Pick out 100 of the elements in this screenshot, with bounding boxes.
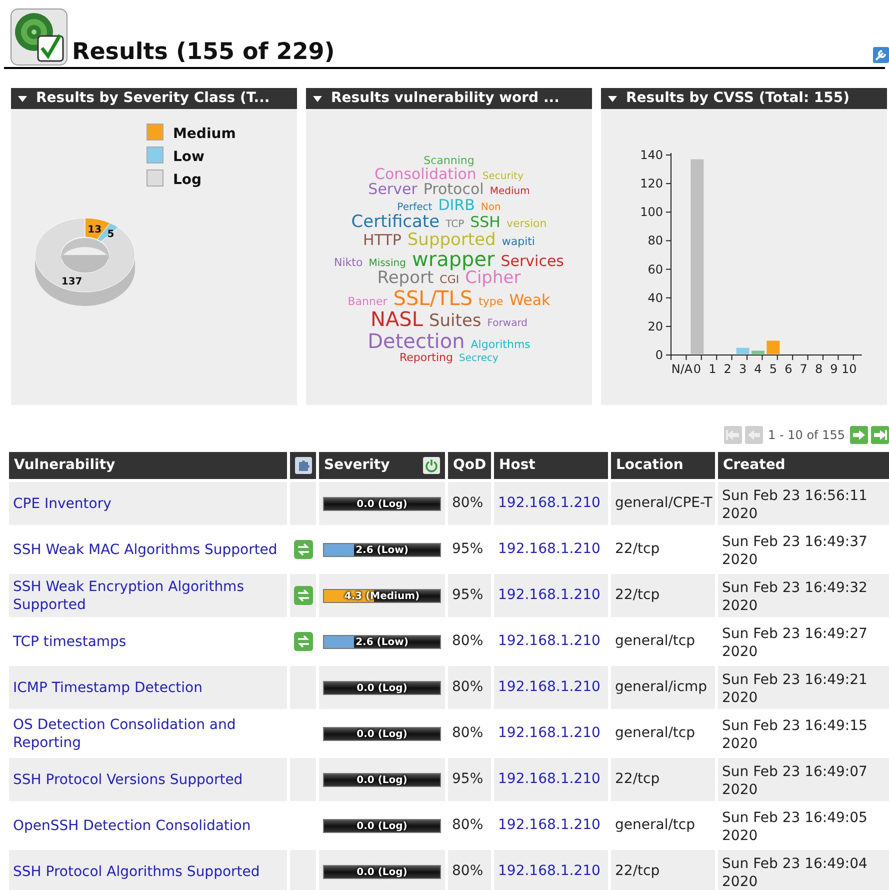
vulnerability-link[interactable]: SSH Weak Encryption Algorithms Supported (9, 574, 287, 617)
cloud-word: NASL (370, 309, 423, 330)
tick-label: 4 (754, 362, 762, 376)
qod-value: 80% (448, 482, 491, 525)
column-header[interactable]: Vulnerability (9, 452, 287, 479)
created-date: Sun Feb 23 16:49:04 2020 (718, 850, 889, 890)
panel-header[interactable]: Results by Severity Class (T... (11, 88, 297, 109)
tick-label: 3 (738, 362, 747, 376)
vulnerability-link[interactable]: ICMP Timestamp Detection (9, 666, 287, 709)
cloud-word: Consolidation (374, 166, 476, 182)
column-header[interactable]: Created (718, 452, 889, 479)
panel-title: Results by CVSS (Total: 155) (626, 89, 850, 108)
tick-label: 10 (842, 362, 857, 376)
cloud-word: SSH (470, 214, 500, 231)
page-title: Results (155 of 229) (72, 41, 335, 64)
vulnerability-link[interactable]: CPE Inventory (9, 482, 287, 525)
cloud-word: Reporting (400, 352, 453, 364)
tick-label: 7 (800, 362, 808, 376)
severity-score: 0.0 (Log) (356, 866, 408, 878)
panel-header[interactable]: Results vulnerability word ... (306, 88, 592, 109)
cloud-word: Scanning (424, 155, 474, 167)
location-cell: 22/tcp (611, 850, 715, 890)
legend-label: Low (173, 149, 205, 165)
qod-value: 95% (448, 758, 491, 801)
vulnerability-link[interactable]: SSH Protocol Algorithms Supported (9, 850, 287, 890)
location-cell: 22/tcp (611, 758, 715, 801)
cloud-word: Medium (490, 187, 530, 198)
tick-label: 0 (655, 348, 663, 362)
puzzle-icon (294, 456, 312, 474)
cloud-word: Non (480, 203, 501, 214)
donut-hole (61, 238, 109, 261)
cloud-word: SSL/TLS (393, 288, 473, 310)
cloud-word: Weak (509, 293, 550, 310)
cloud-word: CGI (440, 274, 460, 286)
tick-label: 120 (640, 176, 663, 191)
cloud-word: Report (377, 270, 434, 288)
tick-label: 9 (830, 362, 838, 376)
caret-icon (313, 96, 322, 102)
severity-score: 0.0 (Log) (356, 774, 408, 786)
tick-label: 60 (648, 262, 663, 276)
panel-title: Results by Severity Class (T... (36, 89, 270, 108)
tick-label: 100 (640, 205, 663, 220)
power-icon[interactable] (423, 457, 440, 474)
host-link[interactable]: 192.168.1.210 (494, 482, 608, 525)
slice-label: 13 (88, 224, 102, 236)
tick-label: 8 (814, 362, 823, 376)
column-header[interactable]: QoD (448, 452, 491, 479)
location-cell: general/CPE-T (611, 482, 715, 525)
cloud-word: version (506, 218, 547, 230)
cloud-word: type (478, 296, 504, 308)
tick-label: 140 (640, 148, 663, 162)
tick-label: 0 (693, 362, 702, 376)
tick-label: 40 (648, 290, 663, 305)
cloud-word: Forward (487, 319, 528, 330)
panel-title: Results vulnerability word ... (331, 89, 560, 108)
cloud-word: HTTP (363, 232, 402, 248)
cloud-word: Services (500, 254, 564, 270)
slice-label: 137 (61, 276, 82, 288)
caret-icon (18, 96, 27, 102)
cloud-word: wrapper (412, 249, 495, 270)
qod-value: 80% (448, 666, 491, 709)
created-date: Sun Feb 23 16:49:07 2020 (718, 758, 889, 801)
cloud-word: Nikto (334, 257, 363, 270)
column-header[interactable]: Host (494, 452, 608, 479)
tick-label: 1 (708, 362, 716, 376)
cloud-word: Supported (407, 232, 496, 250)
page-range: 1 - 10 of 155 (768, 427, 845, 444)
qod-value: 95% (448, 574, 491, 617)
qod-value: 80% (448, 850, 491, 890)
cloud-word: Suites (428, 313, 482, 332)
created-date: Sun Feb 23 16:56:11 2020 (718, 482, 889, 525)
host-link[interactable]: 192.168.1.210 (494, 666, 608, 709)
host-link[interactable]: 192.168.1.210 (494, 574, 608, 617)
cloud-word: Perfect (397, 203, 432, 214)
location-cell: 22/tcp (611, 574, 715, 617)
cloud-word: Cipher (465, 270, 521, 288)
cloud-word: Secrecy (459, 354, 498, 365)
severity-score: 0.0 (Log) (356, 498, 408, 510)
severity-score: 2.6 (Low) (354, 544, 410, 556)
column-header[interactable]: Location (611, 452, 715, 479)
vulnerability-link[interactable]: SSH Protocol Versions Supported (9, 758, 287, 801)
legend-label: Log (173, 172, 202, 188)
scan-results-icon (10, 8, 68, 66)
cloud-word: Detection (368, 331, 465, 352)
tick-label: 20 (648, 319, 663, 334)
severity-score: 2.6 (Low) (354, 636, 410, 648)
cloud-word: Security (482, 172, 524, 182)
host-link[interactable]: 192.168.1.210 (494, 758, 608, 801)
tick-label: 80 (648, 234, 663, 248)
wrench-icon[interactable] (873, 47, 889, 63)
host-link[interactable]: 192.168.1.210 (494, 850, 608, 890)
cloud-word: TCP (446, 220, 464, 230)
cloud-word: wapiti (502, 236, 535, 248)
tick-label: 6 (784, 362, 792, 376)
cloud-word: Missing (368, 259, 406, 270)
cloud-word: Protocol (423, 182, 484, 198)
panel-header[interactable]: Results by CVSS (Total: 155) (601, 88, 887, 109)
created-date: Sun Feb 23 16:49:32 2020 (718, 574, 889, 617)
cloud-word: Algorithms (470, 339, 530, 351)
tick-label: N/A (671, 362, 693, 376)
